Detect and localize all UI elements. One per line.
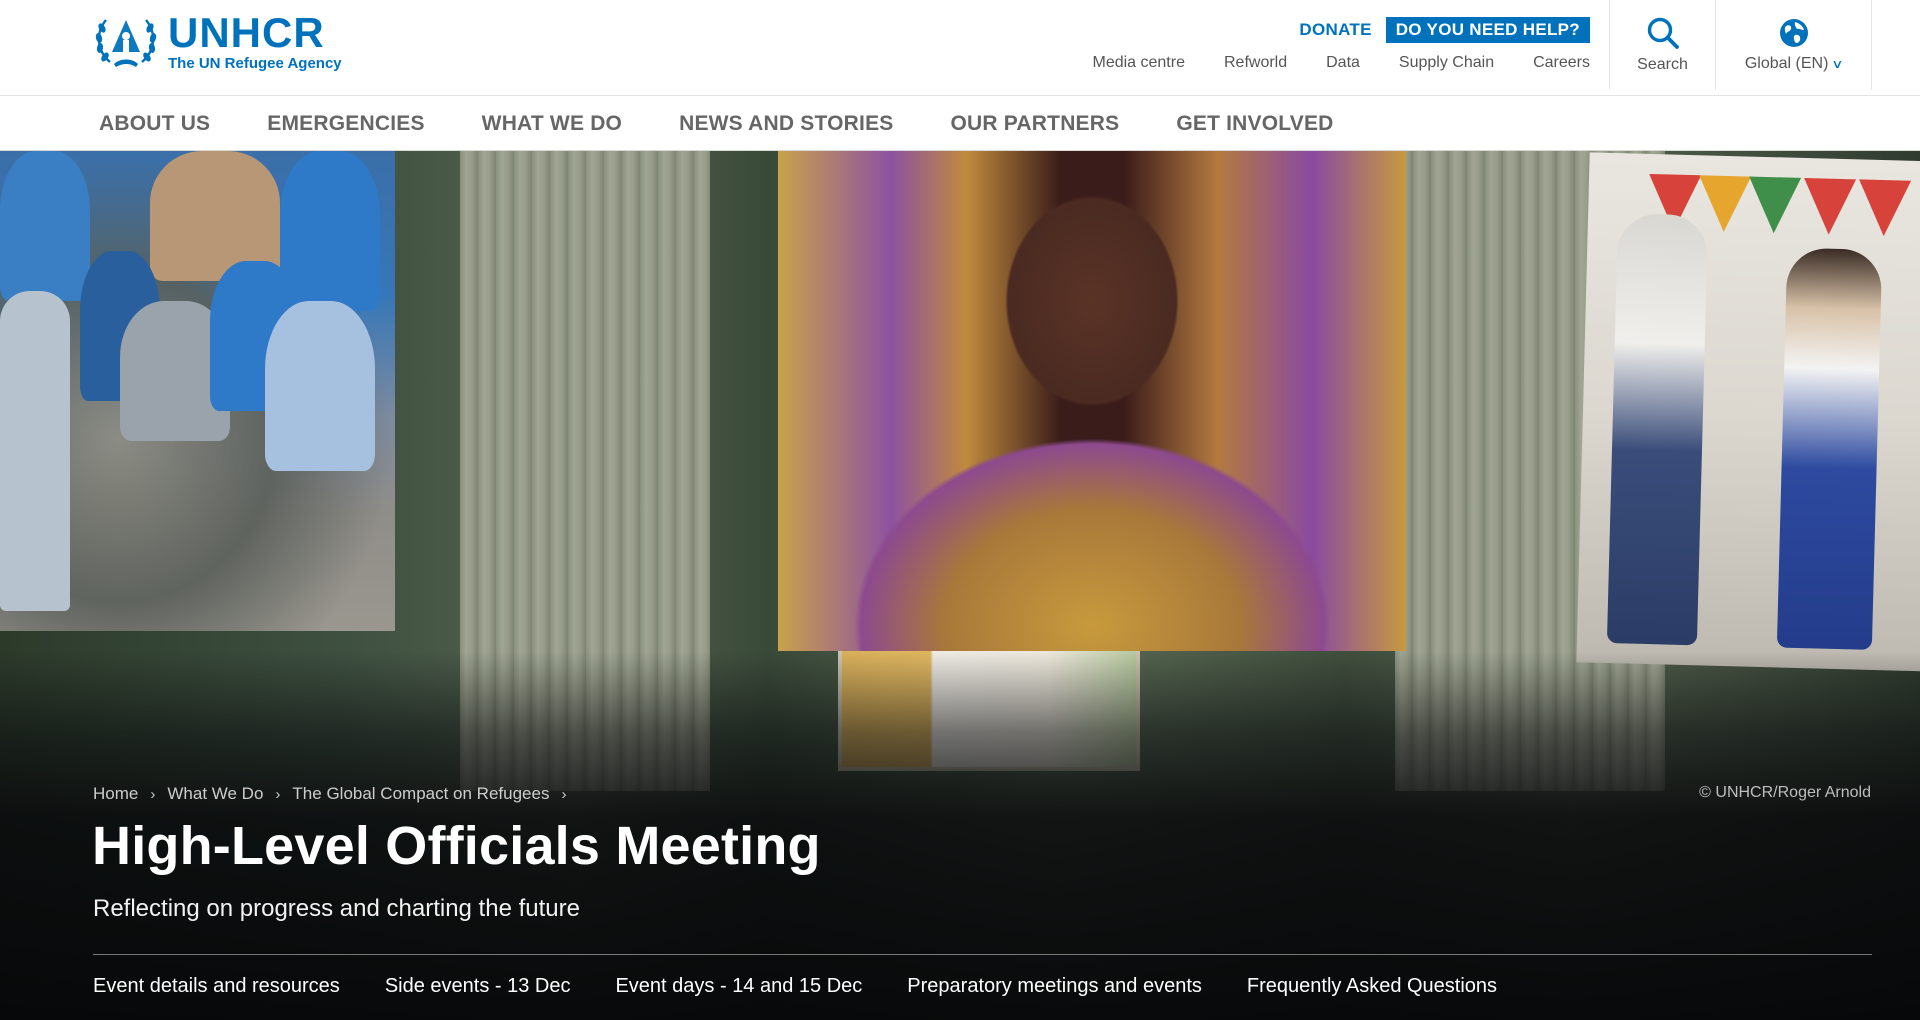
- utility-link-refworld[interactable]: Refworld: [1224, 54, 1287, 72]
- chevron-right-icon: ›: [275, 785, 281, 803]
- globe-icon: [1779, 19, 1808, 47]
- nav-item-emergencies[interactable]: EMERGENCIES: [267, 112, 424, 136]
- language-label: Global (EN) ∨: [1744, 55, 1844, 73]
- hero-photo-children: [0, 151, 395, 631]
- logo-name: UNHCR: [168, 8, 325, 56]
- language-value: Global (EN): [1744, 55, 1829, 72]
- hero-photo-woman-portrait: [778, 151, 1406, 651]
- nav-item-get-involved[interactable]: GET INVOLVED: [1176, 112, 1333, 136]
- nav-item-about-us[interactable]: ABOUT US: [99, 112, 210, 136]
- breadcrumb-what-we-do[interactable]: What We Do: [167, 784, 263, 804]
- utility-link-data[interactable]: Data: [1326, 54, 1360, 72]
- logo-tagline: The UN Refugee Agency: [168, 54, 342, 72]
- need-help-button[interactable]: DO YOU NEED HELP?: [1385, 17, 1590, 43]
- nav-item-news-and-stories[interactable]: NEWS AND STORIES: [679, 112, 893, 136]
- utility-nav: DONATE DO YOU NEED HELP? Media centre Re…: [1092, 16, 1590, 72]
- chevron-right-icon: ›: [561, 785, 567, 803]
- subnav-event-details[interactable]: Event details and resources: [93, 975, 340, 998]
- main-nav-list: ABOUT US EMERGENCIES WHAT WE DO NEWS AND…: [0, 96, 1920, 151]
- subnav-event-days[interactable]: Event days - 14 and 15 Dec: [615, 975, 862, 998]
- breadcrumb-home[interactable]: Home: [93, 784, 138, 804]
- hero-banner: Home › What We Do › The Global Compact o…: [0, 151, 1920, 1020]
- search-button[interactable]: Search: [1609, 0, 1715, 90]
- breadcrumb: Home › What We Do › The Global Compact o…: [93, 784, 566, 804]
- chevron-down-icon: ∨: [1831, 57, 1844, 71]
- utility-link-supply-chain[interactable]: Supply Chain: [1399, 54, 1494, 72]
- hero-divider: [93, 954, 1872, 955]
- donate-link[interactable]: DONATE: [1299, 20, 1371, 40]
- utility-link-careers[interactable]: Careers: [1533, 54, 1590, 72]
- page-title: High-Level Officials Meeting: [92, 816, 821, 876]
- main-nav: ABOUT US EMERGENCIES WHAT WE DO NEWS AND…: [0, 96, 1920, 151]
- chevron-right-icon: ›: [150, 785, 156, 803]
- laurel-emblem-icon: [95, 19, 157, 67]
- subnav-preparatory-meetings[interactable]: Preparatory meetings and events: [907, 975, 1202, 998]
- search-label: Search: [1637, 56, 1688, 73]
- page-subtitle: Reflecting on progress and charting the …: [93, 895, 580, 922]
- unhcr-logo[interactable]: UNHCR The UN Refugee Agency: [92, 10, 342, 72]
- site-header: UNHCR The UN Refugee Agency DONATE DO YO…: [0, 0, 1920, 96]
- breadcrumb-global-compact[interactable]: The Global Compact on Refugees: [292, 784, 549, 804]
- logo-wordmark: UNHCR The UN Refugee Agency: [168, 8, 342, 72]
- page-subnav: Event details and resources Side events …: [93, 975, 1497, 998]
- utility-actions: DONATE DO YOU NEED HELP?: [1092, 16, 1590, 44]
- hero-photo-girls: [1576, 152, 1920, 672]
- subnav-faq[interactable]: Frequently Asked Questions: [1247, 975, 1497, 998]
- nav-item-our-partners[interactable]: OUR PARTNERS: [950, 112, 1119, 136]
- photo-credit: © UNHCR/Roger Arnold: [1699, 784, 1871, 801]
- utility-links: Media centre Refworld Data Supply Chain …: [1092, 54, 1590, 72]
- search-icon: [1647, 17, 1679, 49]
- subnav-side-events[interactable]: Side events - 13 Dec: [385, 975, 571, 998]
- utility-link-media-centre[interactable]: Media centre: [1092, 54, 1185, 72]
- nav-item-what-we-do[interactable]: WHAT WE DO: [482, 112, 622, 136]
- language-selector[interactable]: Global (EN) ∨: [1715, 0, 1872, 90]
